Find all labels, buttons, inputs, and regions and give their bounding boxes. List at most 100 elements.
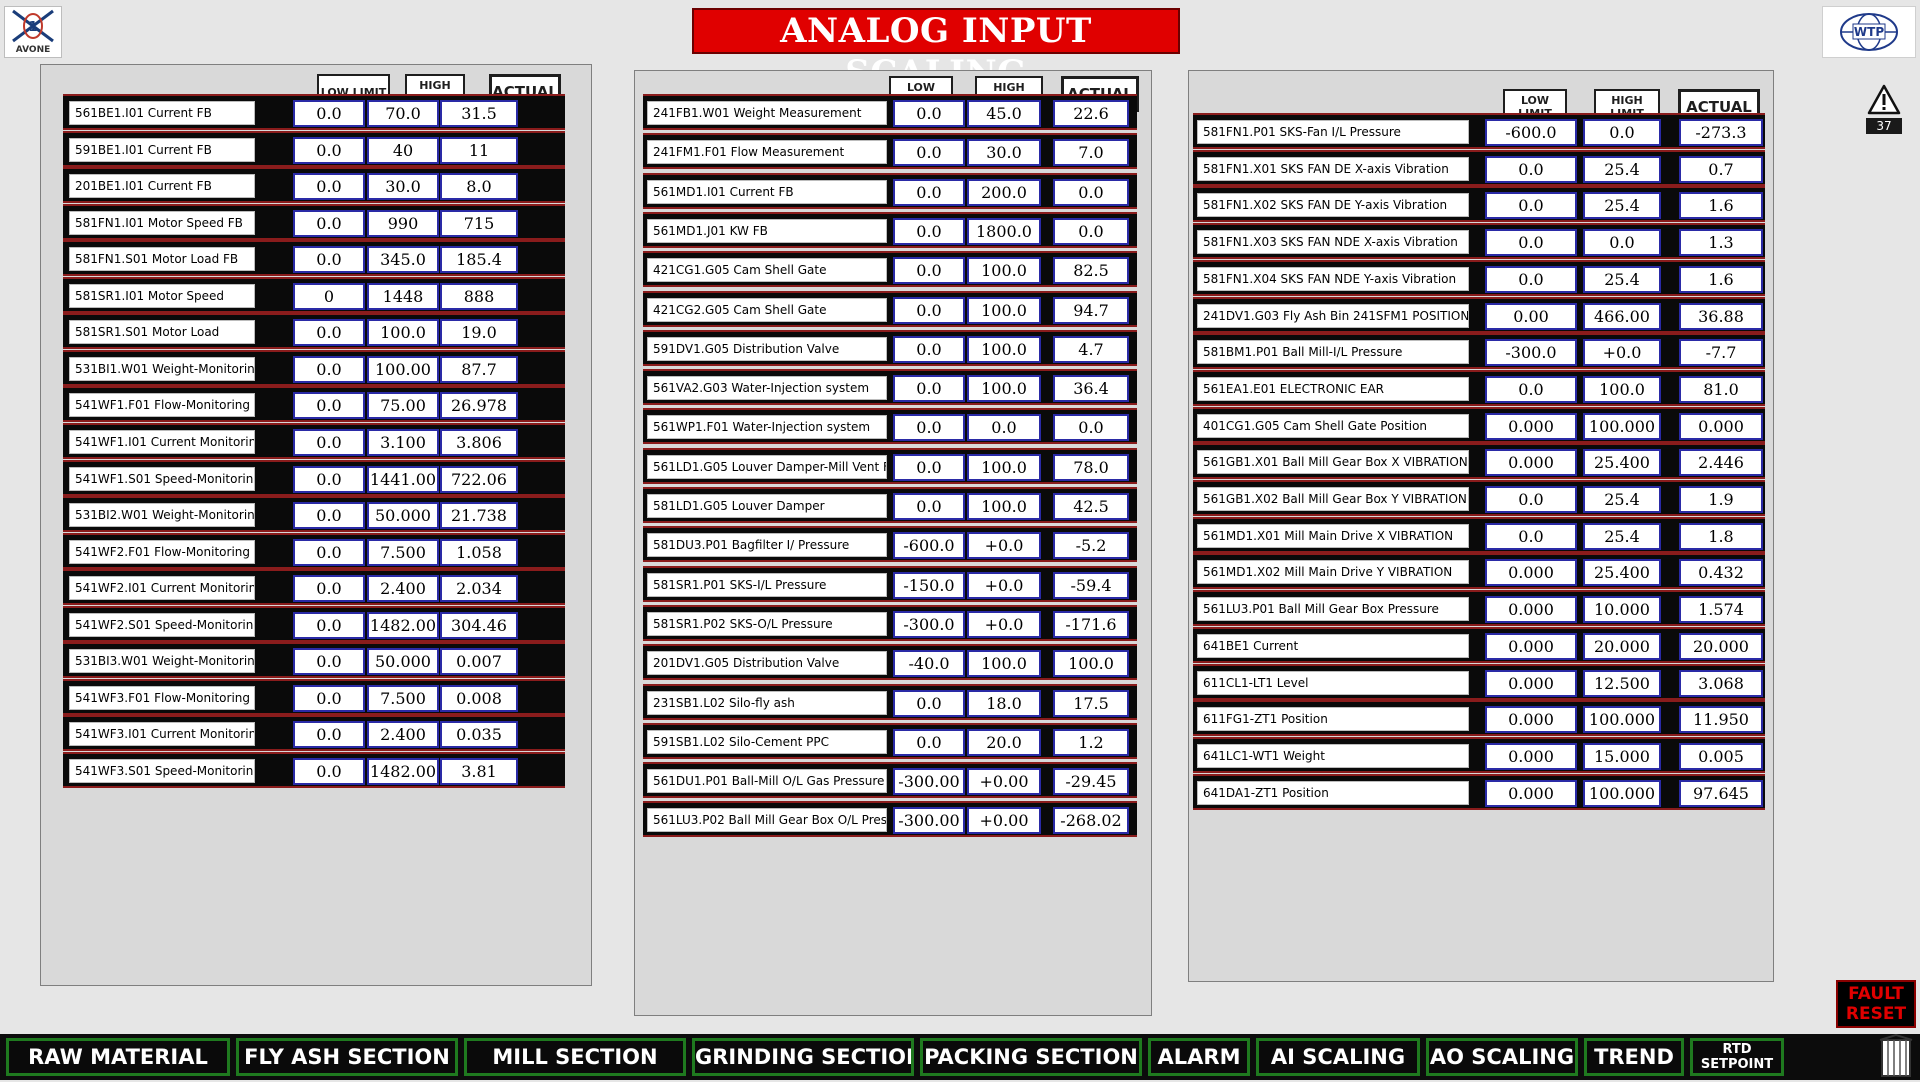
low-limit-input[interactable]: 0.0 [293,429,365,456]
high-limit-input[interactable]: 7.500 [367,685,439,712]
high-limit-input[interactable]: 25.400 [1583,559,1661,586]
low-limit-input[interactable]: 0.00 [1485,303,1577,330]
nav-raw-material[interactable]: RAW MATERIAL [6,1038,230,1076]
high-limit-input[interactable]: 200.0 [967,179,1041,206]
low-limit-input[interactable]: 0.000 [1485,449,1577,476]
low-limit-input[interactable]: -300.00 [893,768,965,795]
high-limit-input[interactable]: 1482.00 [367,758,439,785]
high-limit-input[interactable]: 30.0 [367,173,439,200]
nav-grinding-section[interactable]: GRINDING SECTION [692,1038,914,1076]
low-limit-input[interactable]: 0.0 [1485,523,1577,550]
low-limit-input[interactable]: -300.0 [893,611,965,638]
low-limit-input[interactable]: 0 [293,283,365,310]
low-limit-input[interactable]: 0.0 [893,257,965,284]
high-limit-input[interactable]: 100.0 [967,454,1041,481]
low-limit-input[interactable]: 0.000 [1485,413,1577,440]
high-limit-input[interactable]: 25.4 [1583,156,1661,183]
high-limit-input[interactable]: 100.000 [1583,413,1661,440]
low-limit-input[interactable]: 0.0 [293,612,365,639]
high-limit-input[interactable]: 12.500 [1583,670,1661,697]
high-limit-input[interactable]: 100.000 [1583,706,1661,733]
high-limit-input[interactable]: 40 [367,137,439,164]
low-limit-input[interactable]: 0.0 [893,375,965,402]
high-limit-input[interactable]: +0.0 [1583,339,1661,366]
low-limit-input[interactable]: 0.0 [893,729,965,756]
exit-button[interactable] [1876,1033,1916,1078]
low-limit-input[interactable]: 0.0 [293,173,365,200]
high-limit-input[interactable]: 25.400 [1583,449,1661,476]
high-limit-input[interactable]: 25.4 [1583,523,1661,550]
nav-fly-ash-section[interactable]: FLY ASH SECTION [236,1038,458,1076]
high-limit-input[interactable]: 75.00 [367,392,439,419]
low-limit-input[interactable]: 0.0 [1485,376,1577,403]
low-limit-input[interactable]: 0.0 [293,137,365,164]
high-limit-input[interactable]: 2.400 [367,721,439,748]
high-limit-input[interactable]: 1800.0 [967,218,1041,245]
low-limit-input[interactable]: -150.0 [893,572,965,599]
low-limit-input[interactable]: 0.0 [293,392,365,419]
high-limit-input[interactable]: 1482.00 [367,612,439,639]
high-limit-input[interactable]: 50.000 [367,648,439,675]
low-limit-input[interactable]: 0.0 [893,139,965,166]
high-limit-input[interactable]: +0.0 [967,532,1041,559]
low-limit-input[interactable]: 0.000 [1485,559,1577,586]
high-limit-input[interactable]: 15.000 [1583,743,1661,770]
high-limit-input[interactable]: 0.0 [967,414,1041,441]
low-limit-input[interactable]: 0.000 [1485,670,1577,697]
low-limit-input[interactable]: 0.0 [293,758,365,785]
high-limit-input[interactable]: 7.500 [367,539,439,566]
low-limit-input[interactable]: 0.0 [1485,266,1577,293]
high-limit-input[interactable]: 100.0 [967,650,1041,677]
low-limit-input[interactable]: 0.0 [293,685,365,712]
low-limit-input[interactable]: 0.0 [893,100,965,127]
low-limit-input[interactable]: 0.0 [893,454,965,481]
nav-alarm[interactable]: ALARM [1148,1038,1250,1076]
low-limit-input[interactable]: 0.000 [1485,596,1577,623]
low-limit-input[interactable]: 0.0 [1485,486,1577,513]
nav-ai-scaling[interactable]: AI SCALING [1256,1038,1420,1076]
high-limit-input[interactable]: 25.4 [1583,266,1661,293]
low-limit-input[interactable]: 0.0 [893,336,965,363]
high-limit-input[interactable]: 25.4 [1583,192,1661,219]
nav-ao-scaling[interactable]: AO SCALING [1426,1038,1578,1076]
low-limit-input[interactable]: -600.0 [893,532,965,559]
low-limit-input[interactable]: 0.0 [293,648,365,675]
low-limit-input[interactable]: 0.0 [293,319,365,346]
high-limit-input[interactable]: 18.0 [967,690,1041,717]
high-limit-input[interactable]: 100.000 [1583,780,1661,807]
low-limit-input[interactable]: 0.0 [1485,156,1577,183]
high-limit-input[interactable]: 100.0 [967,297,1041,324]
low-limit-input[interactable]: -300.00 [893,807,965,834]
fault-reset-button[interactable]: FAULT RESET [1836,980,1916,1028]
high-limit-input[interactable]: 100.0 [367,319,439,346]
high-limit-input[interactable]: +0.0 [967,611,1041,638]
low-limit-input[interactable]: 0.0 [893,690,965,717]
high-limit-input[interactable]: 100.0 [1583,376,1661,403]
high-limit-input[interactable]: 70.0 [367,100,439,127]
high-limit-input[interactable]: 100.0 [967,375,1041,402]
high-limit-input[interactable]: 45.0 [967,100,1041,127]
low-limit-input[interactable]: 0.0 [293,721,365,748]
nav-packing-section[interactable]: PACKING SECTION [920,1038,1142,1076]
low-limit-input[interactable]: 0.000 [1485,706,1577,733]
high-limit-input[interactable]: 2.400 [367,575,439,602]
low-limit-input[interactable]: 0.0 [1485,229,1577,256]
low-limit-input[interactable]: 0.0 [293,575,365,602]
high-limit-input[interactable]: 3.100 [367,429,439,456]
high-limit-input[interactable]: 466.00 [1583,303,1661,330]
high-limit-input[interactable]: 100.0 [967,336,1041,363]
high-limit-input[interactable]: 100.0 [967,257,1041,284]
high-limit-input[interactable]: 0.0 [1583,119,1661,146]
low-limit-input[interactable]: 0.0 [893,218,965,245]
high-limit-input[interactable]: 100.0 [967,493,1041,520]
high-limit-input[interactable]: 50.000 [367,502,439,529]
high-limit-input[interactable]: 20.0 [967,729,1041,756]
low-limit-input[interactable]: 0.0 [893,493,965,520]
low-limit-input[interactable]: 0.000 [1485,743,1577,770]
high-limit-input[interactable]: 1441.00 [367,466,439,493]
low-limit-input[interactable]: 0.0 [293,466,365,493]
high-limit-input[interactable]: 0.0 [1583,229,1661,256]
high-limit-input[interactable]: 30.0 [967,139,1041,166]
alarm-indicator[interactable]: 37 [1866,82,1902,134]
low-limit-input[interactable]: 0.0 [293,502,365,529]
